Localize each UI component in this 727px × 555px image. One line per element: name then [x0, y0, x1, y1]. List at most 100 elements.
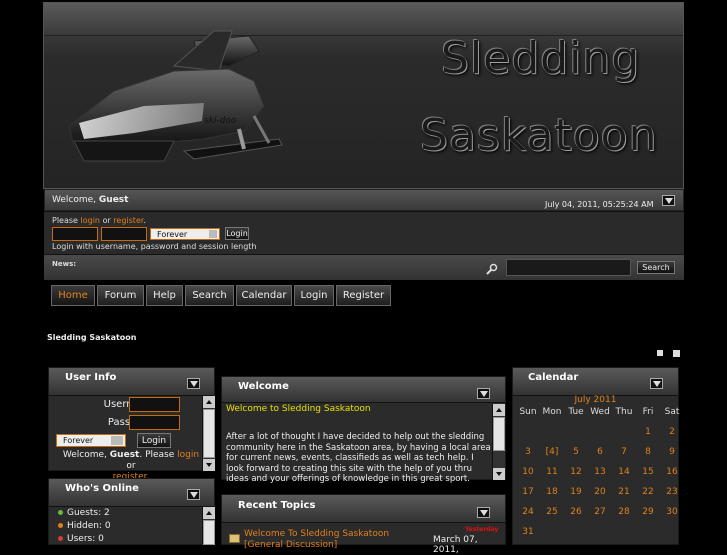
calendar-day[interactable]: 13: [588, 462, 612, 482]
scroll-thumb[interactable]: [493, 417, 505, 451]
user-info-scrollbar[interactable]: [202, 396, 215, 471]
quick-login-button[interactable]: Login: [225, 227, 249, 240]
calendar-day[interactable]: 25: [540, 502, 564, 522]
scroll-up-arrow-icon[interactable]: [203, 396, 215, 408]
scroll-thumb[interactable]: [203, 409, 215, 458]
calendar-day[interactable]: 14: [612, 462, 636, 482]
calendar-weekday: Wed: [590, 407, 610, 417]
menu-search[interactable]: Search: [185, 285, 234, 306]
calendar-day[interactable]: 30: [660, 502, 684, 522]
calendar-day[interactable]: 20: [588, 482, 612, 502]
scroll-up-arrow-icon[interactable]: [203, 507, 215, 519]
whos-online-item: Hidden: 0: [58, 520, 111, 533]
calendar-weekday: Fri: [642, 407, 654, 417]
scroll-up-arrow-icon[interactable]: [493, 404, 505, 416]
shrink-width-icon[interactable]: [657, 350, 663, 356]
calendar-empty-cell: [636, 522, 660, 542]
calendar-day[interactable]: 19: [564, 482, 588, 502]
calendar-day[interactable]: 22: [636, 482, 660, 502]
calendar-empty-cell: [660, 522, 684, 542]
calendar-empty-cell: [516, 422, 540, 442]
logo-title-line1: Sledding: [441, 33, 641, 84]
calendar-day[interactable]: 27: [588, 502, 612, 522]
register-link[interactable]: register: [113, 216, 143, 225]
calendar-day[interactable]: 31: [516, 522, 540, 542]
online-hidden: Hidden: 0: [67, 521, 111, 531]
user-info-panel: User Info Username: Password: Forever Lo…: [48, 367, 215, 482]
calendar-weekday: Sat: [664, 407, 680, 417]
full-width-icon[interactable]: [673, 350, 680, 357]
menu-calendar[interactable]: Calendar: [236, 285, 292, 306]
calendar-day[interactable]: 15: [636, 462, 660, 482]
calendar-week-row: 12: [516, 422, 684, 442]
calendar-empty-cell: [588, 422, 612, 442]
calendar-day[interactable]: 21: [612, 482, 636, 502]
calendar-day[interactable]: 12: [564, 462, 588, 482]
recent-topic-link[interactable]: Welcome To Sledding Saskatoon: [244, 529, 389, 539]
collapse-header-button[interactable]: [662, 195, 675, 206]
user-info-header: User Info: [49, 368, 214, 396]
calendar-day[interactable]: 17: [516, 482, 540, 502]
login-link[interactable]: login: [81, 216, 101, 225]
search-input[interactable]: [506, 259, 631, 276]
calendar-day[interactable]: 5: [564, 442, 588, 462]
user-info-login-link[interactable]: login: [177, 450, 199, 460]
scroll-down-arrow-icon[interactable]: [203, 459, 215, 471]
calendar-empty-cell: [612, 422, 636, 442]
calendar-day[interactable]: 29: [636, 502, 660, 522]
calendar-collapse-button[interactable]: [650, 378, 663, 389]
calendar-weekday: Thu: [615, 407, 633, 417]
calendar-day[interactable]: [4]: [540, 442, 564, 462]
breadcrumb: Sledding Saskatoon: [47, 333, 137, 342]
password-input[interactable]: [129, 415, 180, 430]
quick-password-input[interactable]: [101, 227, 147, 241]
calendar-day[interactable]: 9: [660, 442, 684, 462]
calendar-day[interactable]: 6: [588, 442, 612, 462]
welcome-panel-scrollbar[interactable]: [492, 404, 505, 480]
calendar-day[interactable]: 3: [516, 442, 540, 462]
calendar-day[interactable]: 2: [660, 422, 684, 442]
online-dot-icon: [58, 510, 63, 515]
calendar-week-row: 31: [516, 522, 684, 542]
calendar-day[interactable]: 11: [540, 462, 564, 482]
calendar-day[interactable]: 26: [564, 502, 588, 522]
welcome-panel: Welcome Welcome to Sledding Saskatoon Af…: [221, 376, 506, 484]
recent-topics-panel: Recent Topics Welcome To Sledding Saskat…: [221, 494, 506, 555]
chevron-down-icon: [479, 509, 488, 516]
calendar-week-row: 3 [4] 5 6 7 8 9: [516, 442, 684, 462]
session-length-select[interactable]: Forever: [56, 434, 126, 447]
calendar-day[interactable]: 28: [612, 502, 636, 522]
calendar-day[interactable]: 10: [516, 462, 540, 482]
login-prompt-or: or: [102, 216, 111, 225]
user-info-login-button[interactable]: Login: [137, 433, 171, 448]
menu-register[interactable]: Register: [336, 285, 391, 306]
calendar-day[interactable]: 1: [636, 422, 660, 442]
username-input[interactable]: [129, 397, 180, 412]
calendar-day[interactable]: 7: [612, 442, 636, 462]
recent-topics-collapse-button[interactable]: [477, 507, 490, 518]
menu-help[interactable]: Help: [146, 285, 183, 306]
welcome-panel-collapse-button[interactable]: [477, 388, 490, 399]
welcome-user: Guest: [98, 195, 129, 205]
calendar-day[interactable]: 24: [516, 502, 540, 522]
search-button[interactable]: Search: [637, 261, 675, 274]
quick-session-length-select[interactable]: Forever: [150, 228, 220, 240]
quick-username-input[interactable]: [52, 227, 98, 241]
calendar-day[interactable]: 18: [540, 482, 564, 502]
whos-online-scrollbar[interactable]: [202, 507, 215, 545]
scroll-down-arrow-icon[interactable]: [493, 468, 505, 480]
recent-topics-header: Recent Topics: [222, 495, 505, 523]
recent-topic-board[interactable]: [General Discussion]: [244, 540, 337, 550]
calendar-day[interactable]: 16: [660, 462, 684, 482]
menu-login[interactable]: Login: [294, 285, 334, 306]
news-label: News:: [52, 260, 77, 268]
scroll-thumb[interactable]: [203, 520, 215, 545]
whos-online-collapse-button[interactable]: [187, 489, 200, 500]
online-guests: Guests: 2: [67, 508, 110, 518]
calendar-day[interactable]: 23: [660, 482, 684, 502]
current-datetime: July 04, 2011, 05:25:24 AM: [545, 200, 654, 209]
menu-forum[interactable]: Forum: [97, 285, 144, 306]
menu-home[interactable]: Home: [51, 285, 95, 306]
calendar-day[interactable]: 8: [636, 442, 660, 462]
user-info-collapse-button[interactable]: [187, 378, 200, 389]
